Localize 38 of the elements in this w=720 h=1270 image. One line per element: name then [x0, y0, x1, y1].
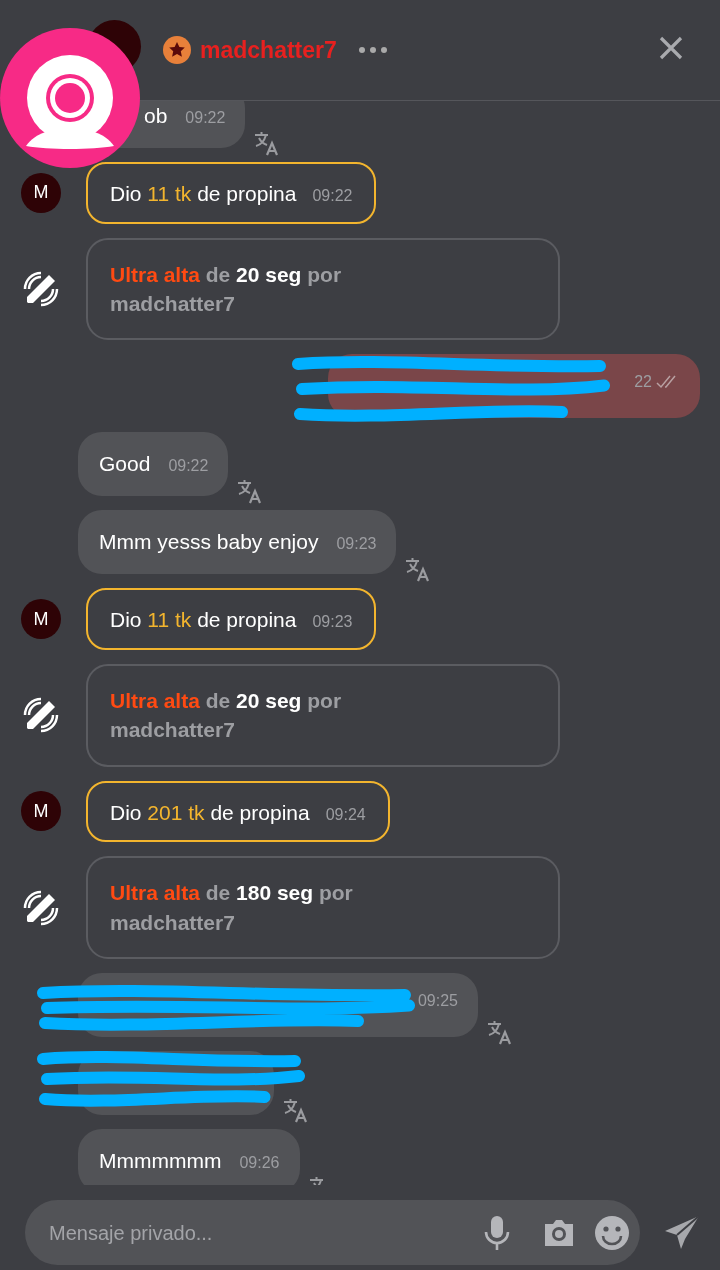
vibration-text: Ultra alta de 20 seg por madchatter7: [110, 261, 343, 318]
more-icon[interactable]: [357, 46, 388, 55]
translate-icon[interactable]: [282, 1097, 308, 1123]
microphone-icon[interactable]: [484, 1214, 510, 1251]
message-time: 09:22: [312, 186, 353, 207]
vibration-text: Ultra alta de 20 seg por madchatter7: [110, 687, 343, 744]
message-text: Mmmmmmm: [99, 1148, 222, 1174]
message-time: 09:22: [185, 108, 226, 129]
message-time: 09:25: [417, 991, 458, 1011]
translate-icon[interactable]: [486, 1019, 512, 1045]
tip-text: Dio 201 tk de propina: [110, 799, 310, 826]
webcam-logo-icon: [0, 28, 140, 168]
translate-icon[interactable]: [253, 130, 280, 157]
message-text: ob: [144, 103, 168, 130]
message-text: Mmm yesss baby enjoy: [99, 529, 319, 556]
avatar: M: [21, 599, 61, 640]
vibration-text: Ultra alta de 180 seg por madchatter7: [110, 880, 354, 936]
translate-icon[interactable]: [236, 478, 263, 505]
translate-icon[interactable]: [404, 556, 431, 583]
avatar: M: [21, 172, 61, 213]
camera-icon[interactable]: [542, 1217, 576, 1248]
send-icon[interactable]: [664, 1214, 700, 1251]
message-field[interactable]: Mensaje privado...: [25, 1200, 640, 1265]
message-input[interactable]: Mensaje privado...: [47, 1216, 470, 1249]
message-time: 09:23: [312, 612, 353, 633]
message-time: 09:23: [336, 534, 377, 555]
tip-text: Dio 11 tk de propina: [110, 181, 297, 208]
message-time: 09:22: [168, 456, 209, 477]
message-time: 09:26: [239, 1153, 280, 1173]
tip-text: Dio 11 tk de propina: [110, 607, 297, 634]
avatar: M: [21, 791, 61, 832]
message-time: 09:24: [325, 804, 366, 825]
username: madchatter7: [200, 36, 337, 65]
close-icon[interactable]: [659, 36, 683, 60]
emoji-icon[interactable]: [594, 1214, 630, 1251]
message-time: 22: [634, 372, 652, 393]
star-badge-icon: [163, 36, 191, 65]
message-text: Good: [99, 451, 151, 478]
